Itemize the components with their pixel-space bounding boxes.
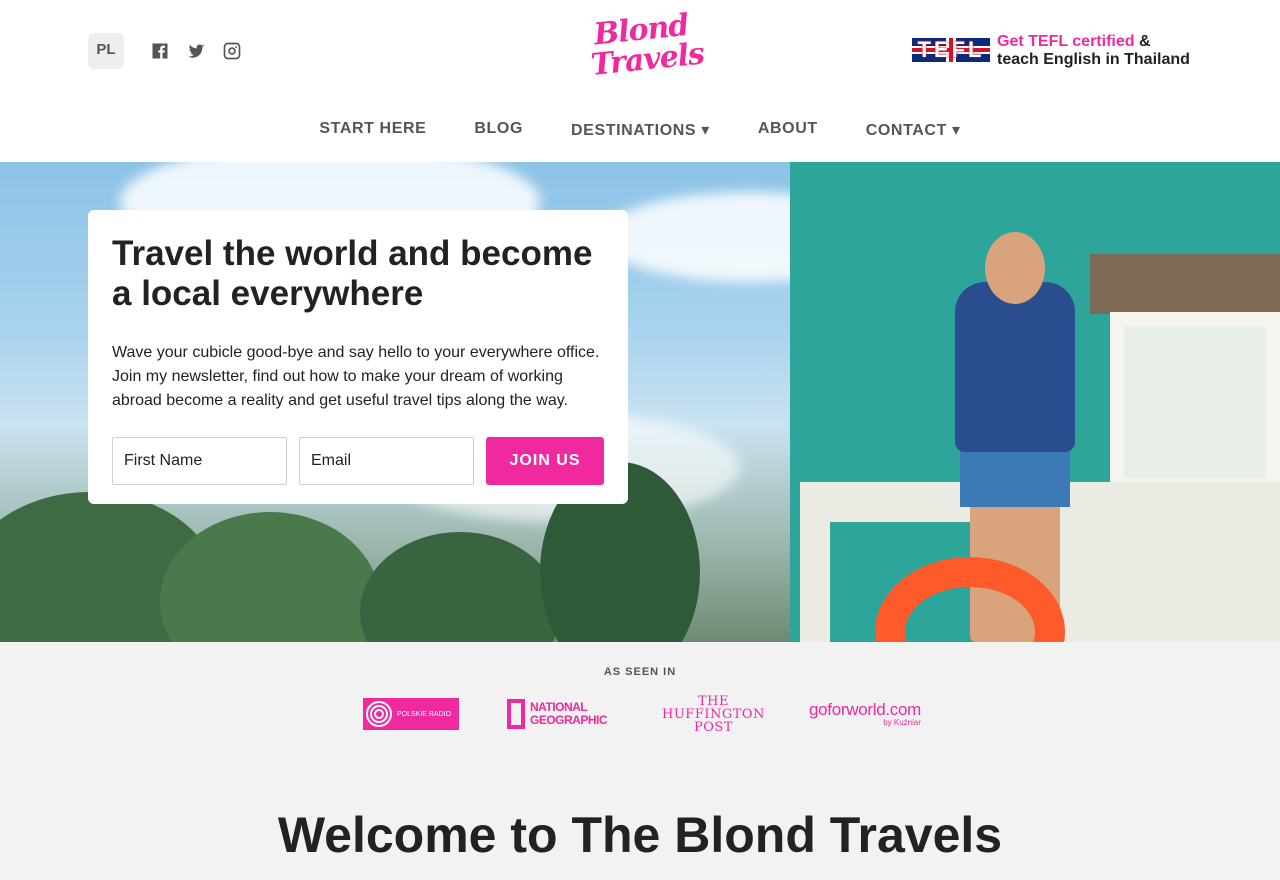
press-logo-huffington-post[interactable]: THE HUFFINGTON POST <box>662 694 765 734</box>
huffpost-line-2: HUFFINGTON <box>662 706 765 722</box>
goforworld-byline: by Kuźniar <box>883 718 922 727</box>
newsletter-form: JOIN US <box>112 437 604 485</box>
huffpost-line-3: POST <box>693 719 733 735</box>
join-us-button[interactable]: JOIN US <box>486 437 604 485</box>
hero-description: Wave your cubicle good-bye and say hello… <box>112 344 600 409</box>
welcome-heading: Welcome to The Blond Travels <box>277 807 1003 863</box>
uk-flag-icon: TEFL <box>912 38 990 62</box>
natgeo-frame-icon <box>507 699 525 729</box>
polskie-radio-label: POLSKIE RADIO <box>397 710 452 718</box>
hero-section: Travel the world and become a local ever… <box>0 162 1280 642</box>
instagram-icon[interactable] <box>221 40 243 62</box>
site-header: PL Blond Travels TEFL Get TEFL certified… <box>0 0 1280 162</box>
tefl-banner[interactable]: TEFL Get TEFL certified & teach English … <box>912 33 1192 71</box>
tefl-banner-line2: teach English in Thailand <box>997 51 1190 68</box>
radio-rings-icon <box>363 698 395 730</box>
huffpost-line-1: THE <box>697 693 729 709</box>
nav-item-blog[interactable]: BLOG <box>474 120 523 142</box>
tefl-banner-highlight: Get TEFL certified <box>997 33 1135 50</box>
nav-item-destinations[interactable]: DESTINATIONS ▾ <box>571 120 710 142</box>
facebook-icon[interactable] <box>149 40 171 62</box>
main-nav: START HERE BLOG DESTINATIONS ▾ ABOUT CON… <box>0 120 1280 142</box>
nav-item-contact[interactable]: CONTACT ▾ <box>866 120 961 142</box>
tefl-flag-word: TEFL <box>917 38 985 62</box>
hero-title: Travel the world and become a local ever… <box>112 234 593 313</box>
language-switch-button[interactable]: PL <box>88 33 124 69</box>
press-logo-national-geographic[interactable]: NATIONAL GEOGRAPHIC <box>507 694 608 734</box>
email-input[interactable] <box>299 437 474 485</box>
twitter-icon[interactable] <box>185 40 207 62</box>
as-seen-in-title: AS SEEN IN <box>603 666 677 678</box>
tefl-banner-text: Get TEFL certified & teach English in Th… <box>997 33 1190 69</box>
press-logo-polskie-radio[interactable]: POLSKIE RADIO <box>363 694 459 734</box>
nav-item-about[interactable]: ABOUT <box>758 120 818 142</box>
tefl-banner-amp: & <box>1134 33 1151 50</box>
goforworld-name: goforworld.com <box>809 700 922 719</box>
site-logo[interactable]: Blond Travels <box>589 8 706 93</box>
logo-line-2: Travels <box>589 36 706 83</box>
newsletter-card: Travel the world and become a local ever… <box>88 210 628 504</box>
natgeo-line-2: GEOGRAPHIC <box>530 713 608 727</box>
first-name-input[interactable] <box>112 437 287 485</box>
nav-item-start-here[interactable]: START HERE <box>319 120 426 142</box>
press-logo-goforworld[interactable]: goforworld.com by Kuźniar <box>809 694 921 734</box>
